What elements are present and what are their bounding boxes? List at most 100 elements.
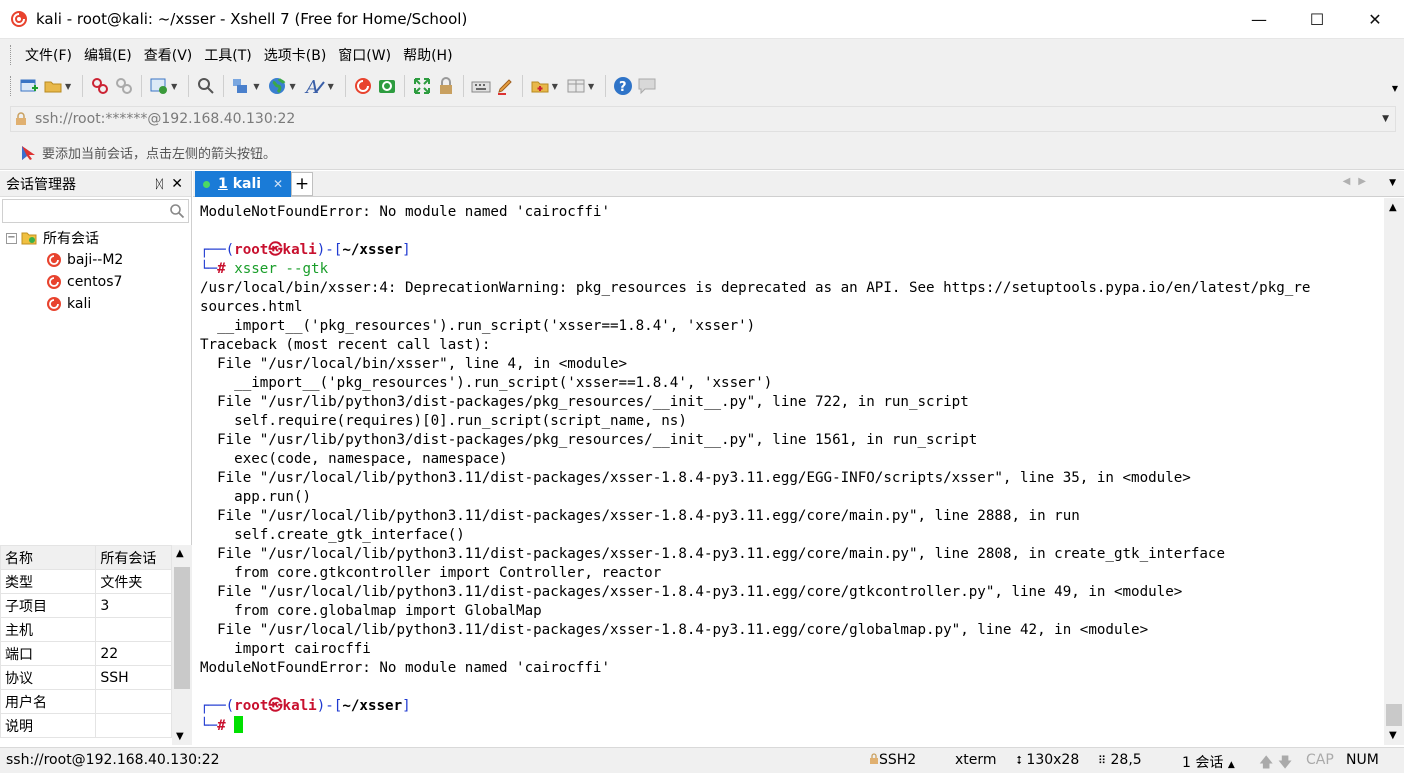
close-button[interactable]: ✕ [1346,0,1404,38]
menu-help[interactable]: 帮助(H) [397,45,458,65]
session-properties-button[interactable]: ▼ [149,73,181,99]
properties-scrollbar[interactable]: ▲ ▼ [172,545,192,745]
property-row[interactable]: 主机 [0,617,172,642]
globe-caret-icon[interactable]: ▼ [289,82,295,91]
prompt-host: kali [282,242,317,258]
property-row[interactable]: 类型 文件夹 [0,569,172,594]
menu-window[interactable]: 窗口(W) [332,45,397,65]
close-pane-icon[interactable]: ✕ [171,176,183,192]
tab-list-dropdown-icon[interactable]: ▼ [1389,178,1396,188]
tab-scroll-arrows-icon[interactable]: ◀▶ [1343,176,1374,187]
session-manager-pane: 会话管理器 ᛞ ✕ − 所有会话 baji--M2 centos7 kali 名… [0,171,192,745]
status-num-lock: NUM [1346,752,1379,768]
menu-tools[interactable]: 工具(T) [198,45,257,65]
scroll-thumb[interactable] [174,567,190,689]
property-row[interactable]: 协议 SSH [0,665,172,690]
terminal-output[interactable]: ModuleNotFoundError: No module named 'ca… [194,198,1384,745]
session-item-baji-m2[interactable]: baji--M2 [0,249,191,271]
new-tab-group-button[interactable]: ▼ [530,73,562,99]
toolbar-separator [403,75,405,97]
status-nav-arrows[interactable]: 🡅 🡇 [1259,752,1292,773]
scroll-thumb[interactable] [1386,704,1402,726]
open-session-caret-icon[interactable]: ▼ [65,82,71,91]
toolbar-overflow-icon[interactable]: ▼ [1392,84,1398,93]
xftp-button[interactable] [377,73,397,99]
xshell-button[interactable] [353,73,373,99]
lock-icon [16,112,26,125]
properties-table: 名称 所有会话 类型 文件夹 子项目 3 主机 端口 22 协议 SSH 用户名 说明 [0,545,172,738]
new-tab-button[interactable]: + [291,172,313,196]
toolbar-grip[interactable] [10,76,13,96]
keyboard-button[interactable] [471,73,491,99]
scroll-up-icon[interactable]: ▲ [176,548,184,559]
xshell-session-icon [47,275,61,289]
terminal-line: File "/usr/local/lib/python3.11/dist-pac… [200,622,1149,638]
fullscreen-button[interactable] [412,73,432,99]
property-key: 说明 [0,713,97,738]
add-session-arrow-icon[interactable] [20,145,36,161]
find-button[interactable] [196,73,216,99]
scroll-up-icon[interactable]: ▲ [1389,202,1397,213]
chat-button[interactable] [637,73,657,99]
highlight-button[interactable] [495,73,515,99]
property-row[interactable]: 用户名 [0,689,172,714]
session-label: kali [67,296,92,312]
tab-close-icon[interactable]: ✕ [273,177,283,191]
font-caret-icon[interactable]: ▼ [328,82,334,91]
disconnect-button[interactable] [114,73,134,99]
tile-caret-icon[interactable]: ▼ [588,82,594,91]
property-row[interactable]: 子项目 3 [0,593,172,618]
tab-group-caret-icon[interactable]: ▼ [552,82,558,91]
property-row[interactable]: 端口 22 [0,641,172,666]
collapse-icon[interactable]: − [6,232,17,244]
maximize-button[interactable]: ☐ [1288,0,1346,38]
search-icon [198,78,215,94]
terminal-scrollbar[interactable]: ▲ ▼ [1384,198,1404,745]
tile-button[interactable]: ▼ [566,73,598,99]
font-button[interactable]: A ▼ [304,73,338,99]
scroll-down-icon[interactable]: ▼ [176,731,184,742]
session-search-input[interactable] [2,199,189,223]
menu-file[interactable]: 文件(F) [19,45,78,65]
scroll-down-icon[interactable]: ▼ [1389,730,1397,741]
menubar-grip[interactable] [10,44,13,65]
property-row[interactable]: 名称 所有会话 [0,545,172,570]
globe-button[interactable]: ▼ [267,73,299,99]
resize-icon: ⭥ [1016,754,1022,767]
menu-tabs[interactable]: 选项卡(B) [258,45,333,65]
pin-icon[interactable]: ᛞ [156,177,163,191]
menu-view[interactable]: 查看(V) [138,45,199,65]
session-item-centos7[interactable]: centos7 [0,271,191,293]
layout-button[interactable]: ▼ [231,73,263,99]
prompt-corner: ┌──( [200,242,235,258]
terminal-line: sources.html [200,299,303,315]
tree-root-all-sessions[interactable]: − 所有会话 [0,227,191,249]
tab-kali[interactable]: 1 kali ✕ [195,171,291,197]
status-sessions[interactable]: 1 会话 ▲ [1182,752,1235,772]
sessions-up-icon: ▲ [1227,760,1235,770]
prompt-bracket-end: ] [402,242,411,258]
prompt-at: ㉿ [268,242,283,258]
property-key: 子项目 [0,593,97,618]
lock-button[interactable] [436,73,456,99]
minimize-button[interactable]: — [1230,0,1288,38]
property-row[interactable]: 说明 [0,713,172,738]
tab-label: kali [232,176,262,192]
search-icon[interactable] [169,203,185,219]
new-session-button[interactable] [19,73,39,99]
layout-caret-icon[interactable]: ▼ [253,82,259,91]
svg-text:?: ? [619,80,627,95]
terminal-command: xsser --gtk [234,261,329,277]
open-session-button[interactable]: ▼ [43,73,75,99]
prompt-host: kali [282,698,317,714]
session-item-kali[interactable]: kali [0,293,191,315]
properties-caret-icon[interactable]: ▼ [171,82,177,91]
prompt-user: root [234,698,269,714]
status-protocol: SSH2 [869,752,916,768]
address-dropdown-icon[interactable]: ▼ [1382,114,1389,124]
help-button[interactable]: ? [613,73,633,99]
terminal-line: ┌──(root㉿kali)-[~/xsser] [200,241,1384,260]
menu-edit[interactable]: 编辑(E) [78,45,138,65]
connect-button[interactable] [90,73,110,99]
address-field[interactable]: ssh://root:******@192.168.40.130:22 ▼ [10,106,1396,132]
